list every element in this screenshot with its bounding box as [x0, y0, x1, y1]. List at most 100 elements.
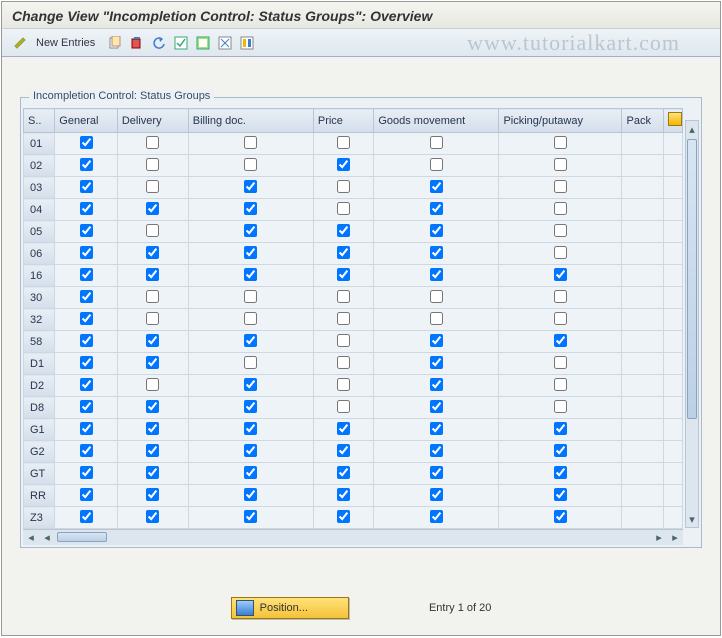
price-checkbox[interactable] [337, 268, 350, 281]
delivery-checkbox[interactable] [146, 444, 159, 457]
col-pack[interactable]: Pack [622, 109, 664, 133]
billing-checkbox[interactable] [244, 466, 257, 479]
goods-checkbox[interactable] [430, 246, 443, 259]
goods-checkbox[interactable] [430, 224, 443, 237]
general-checkbox[interactable] [80, 136, 93, 149]
price-checkbox[interactable] [337, 158, 350, 171]
col-price[interactable]: Price [313, 109, 373, 133]
goods-checkbox[interactable] [430, 334, 443, 347]
col-code[interactable]: S.. [24, 109, 55, 133]
billing-checkbox[interactable] [244, 400, 257, 413]
goods-checkbox[interactable] [430, 422, 443, 435]
delivery-checkbox[interactable] [146, 422, 159, 435]
price-checkbox[interactable] [337, 488, 350, 501]
delivery-checkbox[interactable] [146, 158, 159, 171]
price-checkbox[interactable] [337, 312, 350, 325]
scroll-right2-icon[interactable]: ▸ [667, 531, 683, 544]
row-code[interactable]: RR [24, 485, 55, 507]
row-code[interactable]: GT [24, 463, 55, 485]
row-code[interactable]: D8 [24, 397, 55, 419]
picking-checkbox[interactable] [554, 224, 567, 237]
picking-checkbox[interactable] [554, 202, 567, 215]
general-checkbox[interactable] [80, 246, 93, 259]
delivery-checkbox[interactable] [146, 400, 159, 413]
delivery-checkbox[interactable] [146, 224, 159, 237]
billing-checkbox[interactable] [244, 378, 257, 391]
delivery-checkbox[interactable] [146, 268, 159, 281]
price-checkbox[interactable] [337, 356, 350, 369]
billing-checkbox[interactable] [244, 510, 257, 523]
picking-checkbox[interactable] [554, 400, 567, 413]
config-icon[interactable] [237, 33, 257, 53]
delivery-checkbox[interactable] [146, 334, 159, 347]
goods-checkbox[interactable] [430, 158, 443, 171]
price-checkbox[interactable] [337, 224, 350, 237]
billing-checkbox[interactable] [244, 202, 257, 215]
col-picking[interactable]: Picking/putaway [499, 109, 622, 133]
scroll-left-icon[interactable]: ◂ [23, 531, 39, 544]
delivery-checkbox[interactable] [146, 246, 159, 259]
row-code[interactable]: 58 [24, 331, 55, 353]
billing-checkbox[interactable] [244, 180, 257, 193]
billing-checkbox[interactable] [244, 290, 257, 303]
goods-checkbox[interactable] [430, 510, 443, 523]
billing-checkbox[interactable] [244, 246, 257, 259]
billing-checkbox[interactable] [244, 158, 257, 171]
picking-checkbox[interactable] [554, 290, 567, 303]
price-checkbox[interactable] [337, 180, 350, 193]
goods-checkbox[interactable] [430, 136, 443, 149]
col-general[interactable]: General [55, 109, 118, 133]
table-config-button[interactable] [664, 109, 683, 133]
billing-checkbox[interactable] [244, 334, 257, 347]
row-code[interactable]: G2 [24, 441, 55, 463]
billing-checkbox[interactable] [244, 488, 257, 501]
picking-checkbox[interactable] [554, 466, 567, 479]
general-checkbox[interactable] [80, 400, 93, 413]
billing-checkbox[interactable] [244, 444, 257, 457]
row-code[interactable]: 02 [24, 155, 55, 177]
price-checkbox[interactable] [337, 334, 350, 347]
row-code[interactable]: 05 [24, 221, 55, 243]
delivery-checkbox[interactable] [146, 488, 159, 501]
delete-icon[interactable] [127, 33, 147, 53]
price-checkbox[interactable] [337, 400, 350, 413]
general-checkbox[interactable] [80, 510, 93, 523]
price-checkbox[interactable] [337, 466, 350, 479]
general-checkbox[interactable] [80, 268, 93, 281]
general-checkbox[interactable] [80, 202, 93, 215]
delivery-checkbox[interactable] [146, 312, 159, 325]
general-checkbox[interactable] [80, 466, 93, 479]
price-checkbox[interactable] [337, 422, 350, 435]
select-block-icon[interactable] [193, 33, 213, 53]
copy-as-icon[interactable] [105, 33, 125, 53]
row-code[interactable]: 16 [24, 265, 55, 287]
row-code[interactable]: Z3 [24, 507, 55, 529]
delivery-checkbox[interactable] [146, 378, 159, 391]
delivery-checkbox[interactable] [146, 290, 159, 303]
picking-checkbox[interactable] [554, 246, 567, 259]
picking-checkbox[interactable] [554, 136, 567, 149]
undo-change-icon[interactable] [149, 33, 169, 53]
scroll-down-icon[interactable]: ▾ [687, 512, 697, 526]
price-checkbox[interactable] [337, 510, 350, 523]
billing-checkbox[interactable] [244, 422, 257, 435]
scroll-right-icon[interactable]: ▸ [651, 531, 667, 544]
price-checkbox[interactable] [337, 202, 350, 215]
delivery-checkbox[interactable] [146, 136, 159, 149]
scrollbar-thumb[interactable] [687, 139, 697, 419]
general-checkbox[interactable] [80, 378, 93, 391]
row-code[interactable]: 30 [24, 287, 55, 309]
row-code[interactable]: 01 [24, 133, 55, 155]
price-checkbox[interactable] [337, 246, 350, 259]
picking-checkbox[interactable] [554, 312, 567, 325]
col-billing[interactable]: Billing doc. [188, 109, 313, 133]
picking-checkbox[interactable] [554, 378, 567, 391]
picking-checkbox[interactable] [554, 422, 567, 435]
select-all-icon[interactable] [171, 33, 191, 53]
scroll-left2-icon[interactable]: ◂ [39, 531, 55, 544]
row-code[interactable]: 06 [24, 243, 55, 265]
row-code[interactable]: 32 [24, 309, 55, 331]
picking-checkbox[interactable] [554, 510, 567, 523]
new-entries-button[interactable]: New Entries [32, 37, 103, 49]
hscroll-thumb-left[interactable] [57, 532, 107, 542]
